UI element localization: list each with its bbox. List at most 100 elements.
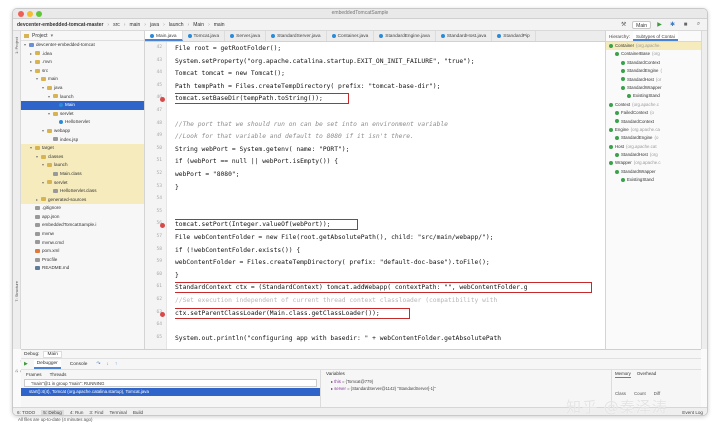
tree-item[interactable]: ▾ servlet [21, 178, 144, 188]
search-icon[interactable]: ⌕ [694, 20, 703, 29]
tab-subtypes[interactable]: Subtypes of Contai [632, 31, 678, 41]
project-tool-label[interactable]: 1: Project [14, 37, 19, 54]
tree-item[interactable]: Main.class [21, 169, 144, 179]
hierarchy-item[interactable]: StandardEngine (o [606, 134, 701, 142]
tree-item[interactable]: embeddedTomcatSample.i [21, 221, 144, 230]
tree-item[interactable]: HelloServlet.class [21, 187, 144, 196]
tool-find[interactable]: 3: Find [89, 410, 103, 415]
tree-item[interactable]: ▾ launch [21, 93, 144, 102]
tree-item[interactable]: ▾ src [21, 67, 144, 76]
tree-item[interactable]: mvnw.cmd [21, 239, 144, 248]
tree-item[interactable]: ▾ java [21, 84, 144, 93]
editor-tab[interactable]: Main.java [145, 31, 183, 41]
tree-item[interactable]: README.md [21, 264, 144, 273]
editor-tab[interactable]: StandardEngine.java [374, 31, 436, 41]
breadcrumb-launch[interactable]: launch [169, 22, 184, 28]
tree-item[interactable]: ▾ target [21, 144, 144, 153]
breadcrumb-src[interactable]: src [113, 22, 120, 28]
hierarchy-item[interactable]: Engine (org.apache.ca [606, 126, 701, 134]
editor-tab[interactable]: StandardServer.java [266, 31, 327, 41]
tree-item[interactable]: ▾ classes [21, 152, 144, 162]
tab-memory[interactable]: Memory [615, 370, 631, 378]
hierarchy-item[interactable]: Wrapper (org.apache.c [606, 159, 701, 167]
code-line: System.setProperty("org.apache.catalina.… [175, 57, 475, 65]
run-configuration-select[interactable]: Main [632, 20, 651, 29]
frames-tab[interactable]: Frames [26, 372, 42, 377]
hierarchy-item[interactable]: Context (org.apache.c [606, 101, 701, 109]
variables-label: Variables [326, 371, 345, 376]
editor-tab[interactable]: Container.java [327, 31, 375, 41]
tool-debug[interactable]: 5: Debug [41, 410, 64, 415]
tool-terminal[interactable]: Terminal [109, 410, 126, 415]
step-into-icon[interactable]: ↓ [106, 362, 108, 367]
tab-overhead[interactable]: Overhead [637, 370, 656, 378]
editor-tab[interactable]: Tomcat.java [183, 31, 226, 41]
tree-item[interactable]: mvnw [21, 230, 144, 239]
tree-item[interactable]: ▸ generated-sources [21, 195, 144, 205]
hierarchy-item[interactable]: FailedContext (o [606, 109, 701, 117]
stack-frame[interactable]: start():4(4), Tomcat (org.apache.catalin… [21, 388, 320, 396]
structure-tool-label[interactable]: 7: Structure [14, 281, 19, 302]
breakpoint-icon[interactable] [160, 97, 165, 103]
tree-item[interactable]: HelloServlet [21, 118, 144, 127]
tool-build[interactable]: Build [133, 410, 143, 415]
breadcrumb-main[interactable]: main [129, 22, 140, 28]
hierarchy-item[interactable]: StandardWrapper [606, 84, 701, 92]
tree-item[interactable]: Procfile [21, 256, 144, 265]
breadcrumb-project[interactable]: devcenter-embedded-tomcat-master [17, 22, 103, 28]
variable-row[interactable]: ▸ server = {StandardServer@1142} "Standa… [321, 385, 611, 392]
thread-select[interactable]: "main"@1 in group "main": RUNNING [24, 379, 317, 387]
tree-item[interactable]: ▾ launch [21, 161, 144, 170]
debug-bug-icon[interactable]: ✱ [668, 20, 677, 29]
hierarchy-item[interactable]: StandardContext [606, 59, 701, 67]
editor-tab[interactable]: Server.java [225, 31, 267, 41]
tree-item[interactable]: ▾ main [21, 75, 144, 84]
breadcrumb-main-class[interactable]: Main [193, 22, 204, 28]
breakpoint-icon[interactable] [160, 223, 165, 229]
tree-item[interactable]: Main [21, 101, 144, 110]
code-editor[interactable]: File root = getRootFolder(); System.setPr… [175, 42, 605, 349]
editor-tab[interactable]: StandardHost.java [436, 31, 493, 41]
tool-run[interactable]: 4: Run [70, 410, 84, 415]
code-line: File root = getRootFolder(); [175, 45, 282, 52]
breadcrumb-java[interactable]: java [150, 22, 159, 28]
event-log-link[interactable]: Event Log [682, 410, 703, 415]
stop-icon[interactable]: ■ [681, 20, 690, 29]
run-icon[interactable]: ▶ [655, 20, 664, 29]
variable-row[interactable]: ▸ this = {Tomcat@779} [321, 378, 611, 385]
editor-tab[interactable]: StandardPip [492, 31, 536, 41]
tree-item[interactable]: ▾ devcenter-embedded-tomcat [21, 41, 144, 50]
step-over-icon[interactable]: ↷ [96, 362, 100, 367]
tool-todo[interactable]: 6: TODO [17, 410, 35, 415]
threads-tab[interactable]: Threads [50, 372, 67, 377]
hierarchy-item[interactable]: StandardEngine( [606, 67, 701, 75]
tree-item[interactable]: ▾ webapp [21, 127, 144, 136]
line-number-gutter[interactable]: 4243444546474849505152535455565758596061… [145, 42, 167, 355]
tree-item[interactable]: pom.xml [21, 247, 144, 256]
hierarchy-item[interactable]: ContainerBase (org [606, 50, 701, 58]
step-out-icon[interactable]: ↑ [115, 362, 117, 367]
tab-console[interactable]: Console [67, 361, 91, 368]
breakpoint-icon[interactable] [160, 311, 165, 317]
debug-config-tab[interactable]: Main [43, 350, 62, 358]
hierarchy-item[interactable]: StandardHost (org [606, 151, 701, 159]
hierarchy-item[interactable]: ExistingStand [606, 176, 701, 184]
project-panel-title[interactable]: Project [32, 33, 48, 39]
chevron-down-icon[interactable]: ▾ [51, 33, 54, 39]
hierarchy-item[interactable]: StandardHost (or [606, 76, 701, 84]
resume-icon[interactable]: ▶ [24, 362, 28, 367]
hierarchy-item[interactable]: Host (org.apache.cat [606, 143, 701, 151]
hierarchy-item[interactable]: StandardWrapper [606, 168, 701, 176]
tree-item[interactable]: ▸ .mvn [21, 58, 144, 67]
tab-debugger[interactable]: Debugger [33, 359, 61, 369]
tree-item[interactable]: .gitignore [21, 204, 144, 213]
hierarchy-item[interactable]: StandardContext [606, 118, 701, 126]
build-hammer-icon[interactable]: ⚒ [619, 20, 628, 29]
breadcrumb-main-method[interactable]: main [214, 22, 225, 28]
tree-item[interactable]: index.jsp [21, 136, 144, 145]
tree-item[interactable]: app.json [21, 213, 144, 222]
tree-item[interactable]: ▸ .idea [21, 50, 144, 59]
hierarchy-item[interactable]: ExistingStand [606, 92, 701, 100]
tree-item[interactable]: ▾ servlet [21, 110, 144, 119]
hierarchy-item[interactable]: Container (org.apache. [606, 42, 701, 51]
